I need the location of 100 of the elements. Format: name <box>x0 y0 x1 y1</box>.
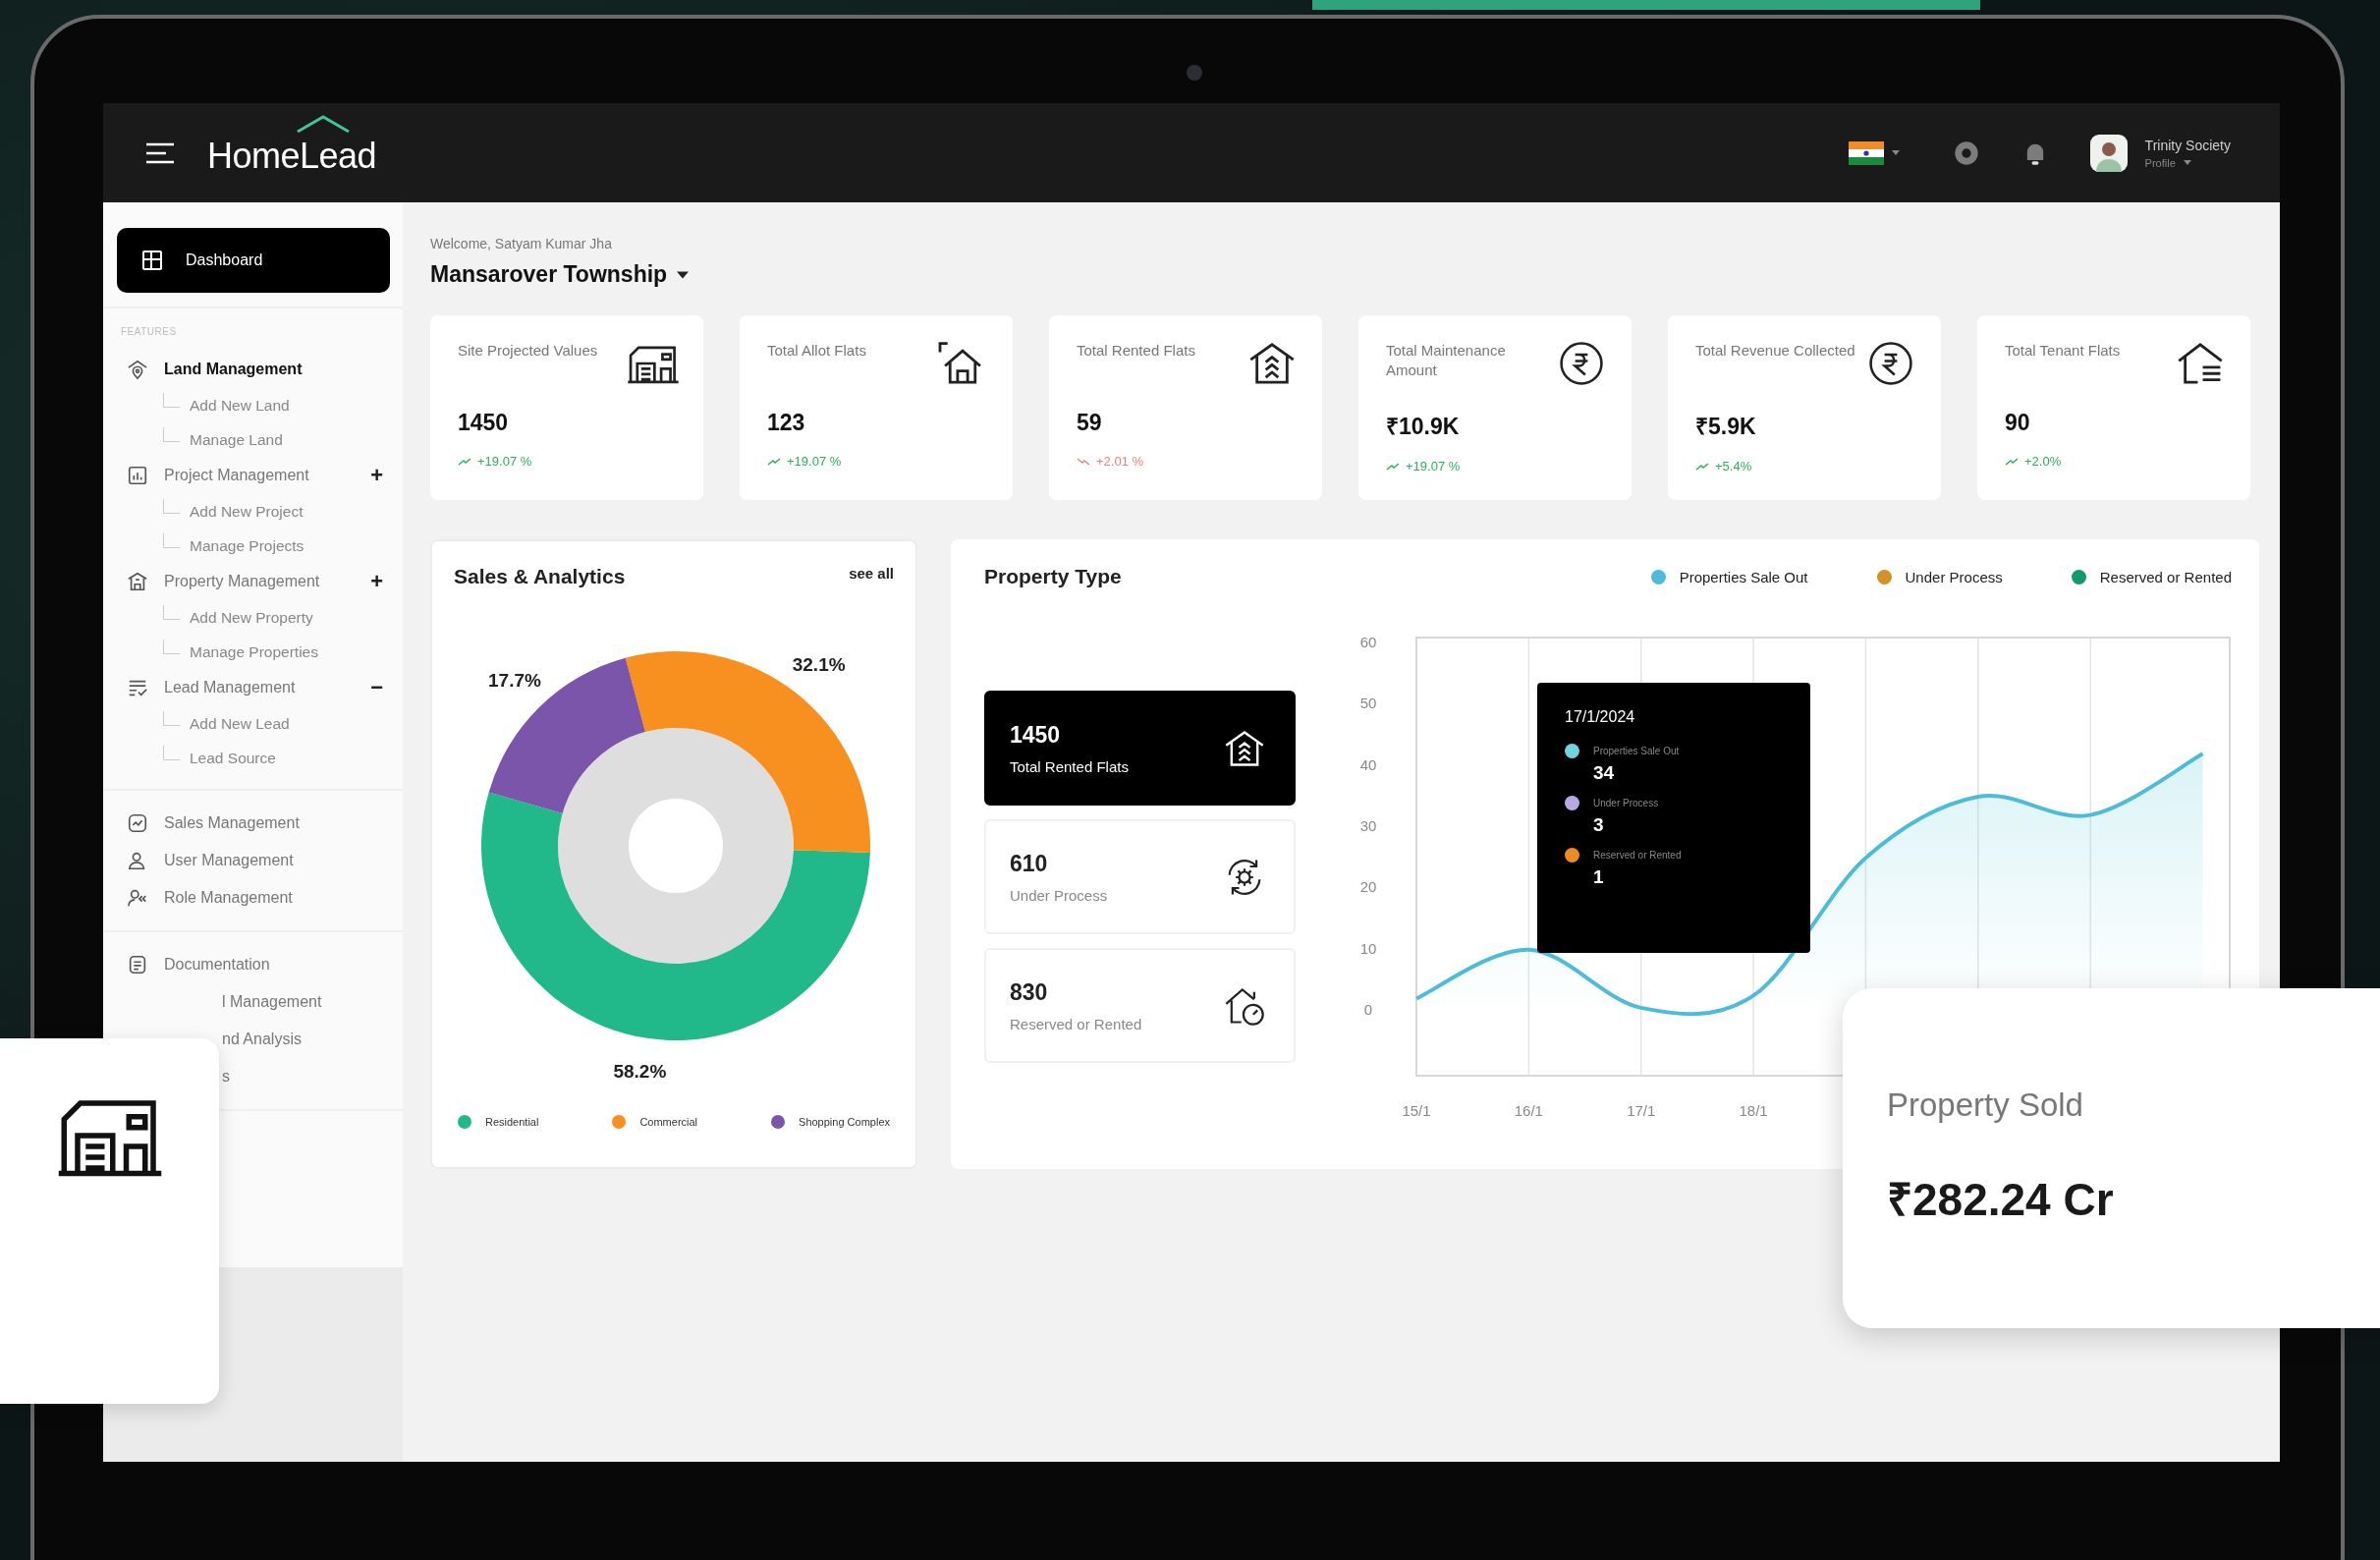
summary-tile[interactable]: 610 Under Process <box>984 819 1296 934</box>
stat-label: Total Allot Flats <box>767 341 866 361</box>
stat-label: Total Maintenance Amount <box>1386 341 1507 381</box>
axis-tick-label: 20 <box>1359 878 1377 896</box>
menu-item[interactable]: l Management <box>222 993 383 1011</box>
stat-value: ₹5.9K <box>1695 413 1757 441</box>
menu-item[interactable]: User Management <box>164 852 383 869</box>
flag-icon[interactable] <box>1848 140 1884 165</box>
expand-toggle[interactable]: + <box>370 571 383 592</box>
submenu-item[interactable]: Manage Land <box>190 430 283 449</box>
avatar[interactable] <box>2089 134 2128 172</box>
menu-item[interactable]: Sales Management <box>164 814 383 832</box>
stat-value: 1450 <box>458 410 510 436</box>
axis-tick-label: 18/1 <box>1739 1102 1768 1119</box>
tooltip-value: 3 <box>1593 814 1605 836</box>
dashboard-button[interactable]: Dashboard <box>117 228 390 293</box>
summary-tile[interactable]: 830 Reserved or Rented <box>984 948 1296 1063</box>
change-value: +19.07 % <box>477 454 532 469</box>
data-label: 58.2% <box>613 1061 667 1083</box>
project-selector[interactable]: Mansarover Township <box>430 261 668 288</box>
tree-connector <box>163 711 180 726</box>
change-value: +19.07 % <box>1406 459 1461 474</box>
legend-label: Properties Sale Out <box>1679 568 1808 585</box>
submenu-item[interactable]: Add New Property <box>190 608 313 627</box>
tree-connector <box>163 605 180 620</box>
grid-icon <box>140 249 164 272</box>
stat-label: Total Tenant Flats <box>2005 341 2121 361</box>
summary-tile[interactable]: 1450 Total Rented Flats <box>984 691 1296 806</box>
menu-item[interactable]: Land Management <box>164 361 383 378</box>
submenu-item[interactable]: Add New Project <box>190 502 304 521</box>
tooltip-value: 1 <box>1593 866 1605 888</box>
tree-connector <box>163 427 180 442</box>
submenu-item[interactable]: Manage Properties <box>190 642 318 661</box>
axis-tick-label: 50 <box>1359 695 1377 712</box>
welcome-text: Welcome, Satyam Kumar Jha <box>430 236 613 251</box>
summary-label: Total Rented Flats <box>1010 757 1129 775</box>
card-label: Property Sold <box>1887 1086 2084 1124</box>
tree-connector <box>163 746 180 760</box>
change-value: +2.01 % <box>1096 454 1144 469</box>
card-title: Sales & Analytics <box>454 565 626 588</box>
tooltip-date: 17/1/2024 <box>1565 708 1636 726</box>
card-title: Property Type <box>984 565 1122 588</box>
summary-value: 610 <box>1010 850 1049 877</box>
change-value: +19.07 % <box>787 454 842 469</box>
axis-tick-label: 10 <box>1359 939 1377 957</box>
camera-dot <box>1187 65 1202 81</box>
tree-connector <box>163 499 180 514</box>
house-icon <box>127 571 148 592</box>
menu-icon[interactable] <box>144 140 176 165</box>
change-value: +5.4% <box>1715 459 1752 474</box>
menu-item[interactable]: Project Management <box>164 467 356 484</box>
submenu-item[interactable]: Manage Projects <box>190 536 304 555</box>
profile-link[interactable]: Profile <box>2144 156 2176 169</box>
expand-toggle[interactable]: + <box>370 465 383 486</box>
stat-label: Total Rented Flats <box>1077 341 1195 361</box>
axis-tick-label: 16/1 <box>1514 1102 1543 1119</box>
summary-label: Under Process <box>1010 886 1108 904</box>
settings-icon[interactable] <box>1952 139 1980 167</box>
logo: HomeLead <box>207 135 377 176</box>
tree-connector <box>163 533 180 548</box>
axis-tick-label: 15/1 <box>1402 1102 1431 1119</box>
tree-connector <box>163 393 180 408</box>
see-all-link[interactable]: see all <box>849 565 894 582</box>
expand-toggle[interactable]: − <box>370 677 383 698</box>
tree-connector <box>163 640 180 654</box>
data-label: 32.1% <box>792 653 846 675</box>
legend-label: Shopping Complex <box>799 1116 890 1128</box>
user-name: Trinity Society <box>2144 137 2231 153</box>
menu-item[interactable]: Lead Management <box>164 679 356 696</box>
legend-label: Reserved or Rented <box>2099 568 2232 585</box>
chart-icon <box>127 465 148 486</box>
user-role-icon <box>127 887 148 909</box>
menu-item[interactable]: Property Management <box>164 573 356 590</box>
stat-value: 123 <box>767 410 806 436</box>
axis-tick-label: 40 <box>1359 755 1377 773</box>
menu-item[interactable]: nd Analysis <box>222 1031 383 1048</box>
submenu-item[interactable]: Add New Land <box>190 396 290 415</box>
submenu-item[interactable]: Add New Lead <box>190 714 290 733</box>
stat-label: Site Projected Values <box>458 341 598 361</box>
legend-label: Residential <box>485 1116 539 1128</box>
legend-label: Commercial <box>639 1116 698 1128</box>
stat-value: 59 <box>1077 410 1103 436</box>
axis-tick-label: 0 <box>1363 1000 1373 1018</box>
stat-label: Total Revenue Collected <box>1695 341 1855 361</box>
caret-icon[interactable] <box>677 270 690 279</box>
tooltip-value: 34 <box>1593 762 1616 784</box>
submenu-item[interactable]: Lead Source <box>190 749 276 767</box>
change-value: +2.0% <box>2024 454 2062 469</box>
menu-item[interactable]: Role Management <box>164 889 383 907</box>
axis-tick-label: 17/1 <box>1627 1102 1656 1119</box>
axis-tick-label: 60 <box>1359 634 1377 651</box>
tooltip-label: Reserved or Rented <box>1593 850 1682 861</box>
stat-value: ₹10.9K <box>1386 413 1461 441</box>
summary-value: 1450 <box>1010 721 1062 749</box>
trend-icon <box>127 812 148 834</box>
stat-value: 90 <box>2005 410 2031 436</box>
menu-item[interactable]: s <box>222 1068 383 1086</box>
card-value: ₹282.24 Cr <box>1887 1173 2115 1227</box>
document-icon <box>127 954 148 975</box>
menu-item[interactable]: Documentation <box>164 956 383 974</box>
